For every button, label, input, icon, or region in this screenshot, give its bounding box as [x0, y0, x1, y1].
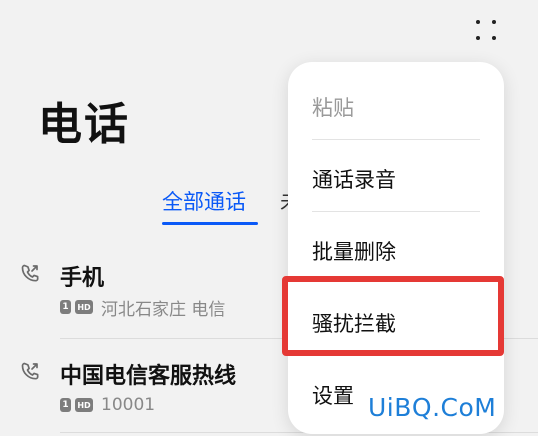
sim-card-icon: 1	[60, 300, 71, 314]
call-location: 河北石家庄 电信	[101, 299, 226, 320]
page-title: 电话	[38, 99, 130, 150]
tab-all-calls[interactable]: 全部通话	[162, 186, 246, 216]
menu-item-call-recording[interactable]: 通话录音	[312, 164, 396, 194]
menu-item-batch-delete[interactable]: 批量删除	[312, 236, 396, 266]
call-number: 10001	[101, 395, 156, 415]
more-dot	[492, 36, 496, 40]
more-dot	[476, 36, 480, 40]
menu-divider	[312, 211, 480, 212]
more-dot	[492, 20, 496, 24]
outgoing-call-icon	[21, 362, 39, 380]
overflow-menu: 粘贴 通话录音 批量删除 骚扰拦截 设置	[288, 62, 504, 434]
active-tab-indicator	[162, 222, 258, 225]
hd-call-icon: HD	[75, 300, 93, 314]
call-detail-line: 1 HD 10001	[60, 394, 155, 416]
call-name[interactable]: 手机	[60, 260, 104, 292]
more-options-icon[interactable]	[474, 18, 500, 44]
outgoing-call-icon	[21, 264, 39, 282]
menu-item-paste: 粘贴	[312, 96, 354, 120]
menu-divider	[312, 139, 480, 140]
hd-call-icon: HD	[75, 398, 93, 412]
menu-item-settings[interactable]: 设置	[312, 380, 354, 410]
watermark: UiBQ.CoM	[368, 393, 497, 422]
call-name[interactable]: 中国电信客服热线	[60, 358, 236, 390]
more-dot	[476, 20, 480, 24]
sim-card-icon: 1	[60, 398, 71, 412]
highlight-box	[282, 276, 504, 356]
call-detail-line: 1 HD 河北石家庄 电信	[60, 296, 226, 320]
